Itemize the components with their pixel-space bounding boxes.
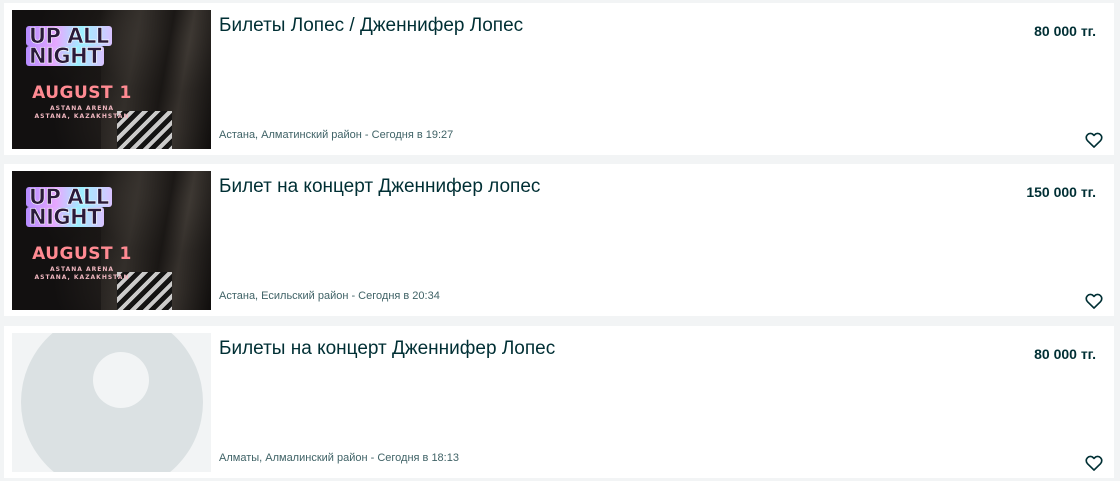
listing-price: 150 000 тг. [1026, 184, 1096, 200]
image-placeholder [12, 333, 211, 472]
placeholder-disc [21, 333, 203, 472]
listing-image[interactable]: UP ALL NIGHT AUGUST 1 ASTANA ARENA ASTAN… [12, 171, 211, 310]
listing-title[interactable]: Билеты на концерт Дженнифер Лопес [219, 338, 919, 360]
listing-card[interactable]: UP ALL NIGHT AUGUST 1 ASTANA ARENA ASTAN… [4, 3, 1114, 155]
concert-poster: UP ALL NIGHT AUGUST 1 ASTANA ARENA ASTAN… [12, 171, 211, 310]
heart-outline-icon[interactable] [1084, 453, 1104, 473]
listing-title[interactable]: Билеты Лопес / Дженнифер Лопес [219, 15, 919, 37]
heart-outline-icon[interactable] [1084, 291, 1104, 311]
listing-title[interactable]: Билет на концерт Дженнифер лопес [219, 176, 919, 198]
listing-image[interactable] [12, 333, 211, 472]
poster-date: AUGUST 1 [32, 244, 132, 264]
listing-price: 80 000 тг. [1034, 23, 1096, 39]
poster-headline: UP ALL NIGHT [26, 186, 146, 228]
poster-date: AUGUST 1 [32, 83, 132, 103]
listing-location-time: Астана, Алматинский район - Сегодня в 19… [219, 129, 454, 141]
listing-card[interactable]: Билеты на концерт Дженнифер Лопес 80 000… [4, 326, 1114, 478]
listing-card[interactable]: UP ALL NIGHT AUGUST 1 ASTANA ARENA ASTAN… [4, 164, 1114, 316]
listing-image[interactable]: UP ALL NIGHT AUGUST 1 ASTANA ARENA ASTAN… [12, 10, 211, 149]
concert-poster: UP ALL NIGHT AUGUST 1 ASTANA ARENA ASTAN… [12, 10, 211, 149]
heart-outline-icon[interactable] [1084, 130, 1104, 150]
poster-headline: UP ALL NIGHT [26, 25, 146, 67]
poster-venue: ASTANA ARENA ASTANA, KAZAKHSTAN [34, 105, 130, 120]
listing-location-time: Алматы, Алмалинский район - Сегодня в 18… [219, 452, 459, 464]
listing-price: 80 000 тг. [1034, 346, 1096, 362]
listing-location-time: Астана, Есильский район - Сегодня в 20:3… [219, 290, 440, 302]
poster-venue: ASTANA ARENA ASTANA, KAZAKHSTAN [34, 266, 130, 281]
